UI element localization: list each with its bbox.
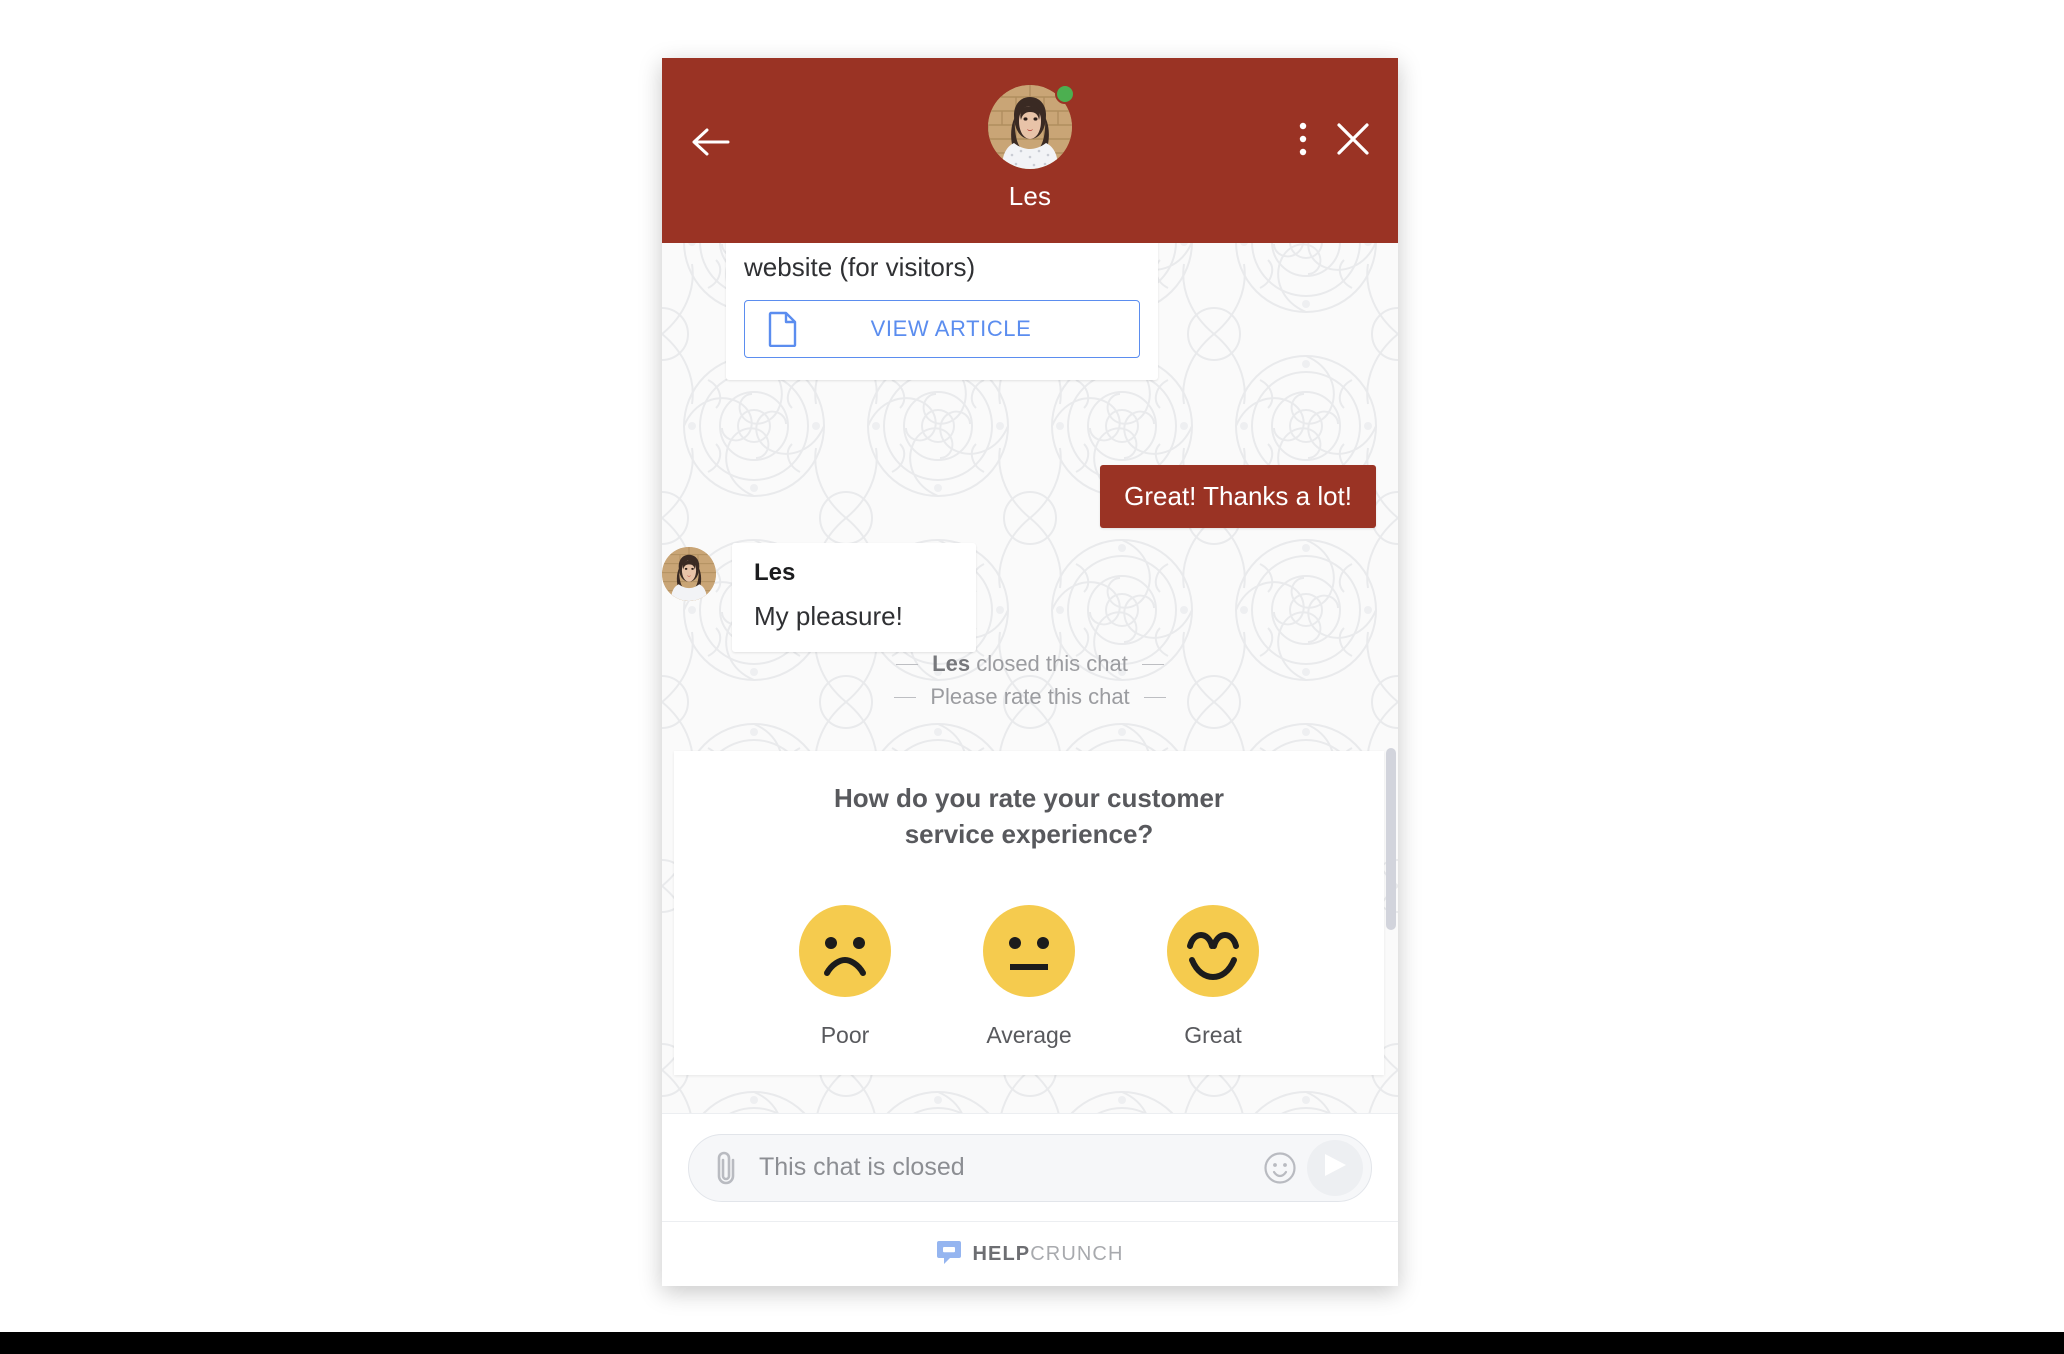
chat-scrollbar[interactable] <box>1384 243 1398 1113</box>
rating-option-great[interactable]: Great <box>1167 904 1259 1049</box>
chat-scrollbar-thumb[interactable] <box>1386 748 1396 930</box>
brand-bold: HELP <box>972 1242 1031 1265</box>
incoming-message-sender: Les <box>754 559 796 586</box>
neutral-face-icon <box>983 904 1075 1002</box>
view-article-label: VIEW ARTICLE <box>870 315 1032 341</box>
send-button[interactable] <box>1307 1139 1363 1196</box>
chat-message-area: website (for visitors) VIEW ARTICLE Grea… <box>662 243 1398 1113</box>
divider-dash-left <box>896 663 919 665</box>
more-vertical-icon[interactable] <box>1298 121 1308 162</box>
divider-dash-right <box>1141 663 1164 665</box>
article-message-bubble: website (for visitors) VIEW ARTICLE <box>726 243 1158 380</box>
incoming-message-row: Les My pleasure! <box>662 543 976 652</box>
incoming-message-bubble: Les My pleasure! <box>732 543 976 652</box>
helpcrunch-chat-logo-icon <box>936 1239 962 1270</box>
rating-card: How do you rate your customer service ex… <box>674 751 1384 1075</box>
divider-dash-left <box>894 696 917 698</box>
rating-option-label: Average <box>986 1021 1072 1048</box>
brand-light: CRUNCH <box>1030 1242 1124 1265</box>
sad-face-icon <box>799 904 891 1002</box>
article-message-text: website (for visitors) <box>744 252 976 282</box>
smiley-icon[interactable] <box>1257 1151 1303 1185</box>
online-status-indicator <box>1055 84 1075 104</box>
send-icon <box>1320 1151 1350 1184</box>
system-event-actor: Les <box>932 651 971 676</box>
rating-option-label: Great <box>1184 1021 1242 1048</box>
incoming-message-text: My pleasure! <box>754 601 903 631</box>
outgoing-message-bubble: Great! Thanks a lot! <box>1100 465 1376 528</box>
divider-dash-right <box>1143 696 1166 698</box>
message-avatar <box>662 547 716 601</box>
system-event-text-2: Please rate this chat <box>930 684 1130 709</box>
helpcrunch-brand: HELPCRUNCH <box>972 1243 1123 1266</box>
bottom-black-bar <box>0 1332 2064 1354</box>
happy-face-icon <box>1167 904 1259 1002</box>
header-actions <box>1298 120 1372 163</box>
chat-scroll-container[interactable]: website (for visitors) VIEW ARTICLE Grea… <box>662 243 1398 1113</box>
rating-option-label: Poor <box>820 1021 870 1048</box>
paperclip-icon[interactable] <box>707 1149 747 1187</box>
system-event-rate-prompt: Please rate this chat <box>662 684 1398 710</box>
agent-name: Les <box>1008 181 1052 211</box>
view-article-button[interactable]: VIEW ARTICLE <box>744 299 1140 358</box>
rating-option-poor[interactable]: Poor <box>799 904 891 1049</box>
rating-options: Poor Average Great <box>700 904 1358 1049</box>
system-event-chat-closed: Les closed this chat <box>662 651 1398 677</box>
close-icon[interactable] <box>1334 120 1372 163</box>
composer-field[interactable] <box>688 1133 1372 1202</box>
avatar-wrap <box>988 84 1075 169</box>
agent-identity: Les <box>662 84 1398 212</box>
chat-widget-window: Les website (for visitors) VIEW ARTICLE … <box>662 58 1398 1286</box>
rating-option-average[interactable]: Average <box>983 904 1075 1049</box>
message-input[interactable] <box>747 1152 1257 1183</box>
document-icon <box>745 311 821 347</box>
chat-header: Les <box>662 58 1398 243</box>
widget-footer: HELPCRUNCH <box>662 1221 1398 1286</box>
system-event-text-1: Les closed this chat <box>932 651 1128 676</box>
message-composer <box>662 1113 1398 1221</box>
rating-question: How do you rate your customer service ex… <box>833 783 1225 849</box>
